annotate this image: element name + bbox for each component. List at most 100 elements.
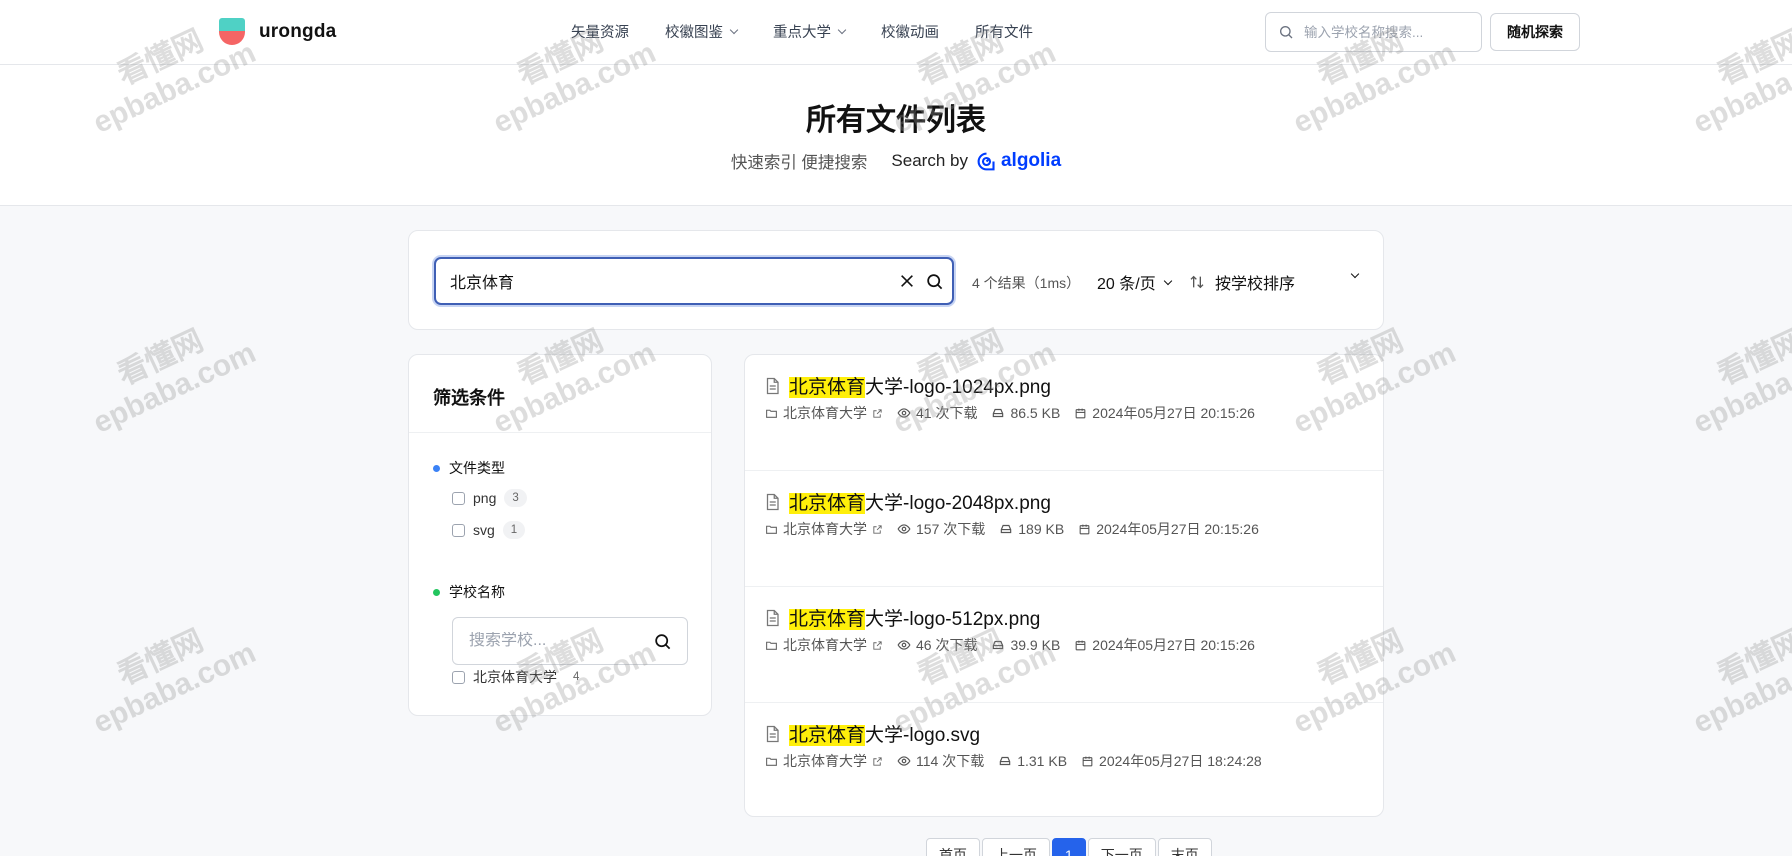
download-text: 41 次下载 bbox=[916, 405, 978, 421]
watermark: 看懂网 epbaba.com bbox=[74, 306, 261, 440]
size-text: 189 KB bbox=[1018, 521, 1065, 537]
result-item[interactable]: 北京体育大学-logo-2048px.png 北京体育大学 157 次下载 189 K… bbox=[745, 471, 1383, 587]
checkbox[interactable] bbox=[452, 670, 465, 684]
watermark: 看懂网 epbaba.com bbox=[1674, 606, 1792, 740]
nav-label: 校徽动画 bbox=[881, 25, 939, 41]
search-by-label: Search by bbox=[891, 151, 968, 170]
last-page-button[interactable]: 末页 bbox=[1157, 838, 1212, 856]
school-link[interactable]: 北京体育大学 bbox=[765, 403, 883, 423]
hero-subtitle: 快速索引 便捷搜索 bbox=[730, 154, 868, 172]
disk-icon bbox=[1001, 524, 1012, 534]
filter-panel: 筛选条件 文件类型 png 3 svg 1 学校名称 北京体育大学 4 bbox=[408, 354, 712, 716]
chevron-down-icon[interactable] bbox=[1350, 269, 1360, 279]
nav-item-all-files[interactable]: 所有文件 bbox=[975, 21, 1033, 42]
result-item[interactable]: 北京体育大学-logo-1024px.png 北京体育大学 41 次下载 86.5 K… bbox=[745, 355, 1383, 471]
watermark: 看懂网 epbaba.com bbox=[1674, 306, 1792, 440]
next-page-button[interactable]: 下一页 bbox=[1087, 838, 1156, 856]
date-text: 2024年05月27日 20:15:26 bbox=[1092, 405, 1255, 421]
brand-logo[interactable]: urongda bbox=[219, 18, 336, 45]
per-page-value: 20 条/页 bbox=[1097, 276, 1156, 293]
header-search[interactable] bbox=[1265, 12, 1482, 52]
folder-icon bbox=[766, 757, 777, 766]
search-icon[interactable] bbox=[925, 272, 944, 291]
title-rest: 大学-logo-1024px.png bbox=[865, 377, 1051, 398]
date-text: 2024年05月27日 20:15:26 bbox=[1092, 637, 1255, 653]
eye-icon bbox=[897, 640, 911, 650]
download-text: 157 次下载 bbox=[916, 521, 986, 537]
random-explore-button[interactable]: 随机探索 bbox=[1490, 13, 1580, 51]
per-page-select[interactable]: 20 条/页 bbox=[1097, 270, 1172, 294]
search-by-algolia[interactable]: Search by algolia bbox=[891, 150, 1061, 172]
checkbox[interactable] bbox=[452, 491, 465, 505]
watermark-line: 看懂网 bbox=[1712, 324, 1792, 393]
size-text: 1.31 KB bbox=[1017, 753, 1068, 769]
nav-item-badge-animation[interactable]: 校徽动画 bbox=[881, 21, 939, 42]
watermark-line: epbaba.com bbox=[88, 636, 261, 740]
watermark: 看懂网 epbaba.com bbox=[74, 606, 261, 740]
search-icon[interactable] bbox=[653, 632, 672, 651]
school-name: 北京体育大学 bbox=[783, 753, 867, 769]
highlight-text: 北京体育 bbox=[789, 609, 866, 630]
result-title[interactable]: 北京体育大学-logo-512px.png bbox=[763, 604, 1040, 631]
watermark-line: 看懂网 bbox=[112, 324, 209, 393]
upload-date: 2024年05月27日 20:15:26 bbox=[1078, 519, 1259, 539]
current-page-button[interactable]: 1 bbox=[1052, 838, 1086, 856]
checkbox[interactable] bbox=[452, 523, 465, 537]
result-title[interactable]: 北京体育大学-logo.svg bbox=[763, 720, 980, 747]
first-page-button[interactable]: 首页 bbox=[926, 838, 980, 856]
file-icon bbox=[766, 609, 779, 626]
nav-label: 所有文件 bbox=[975, 25, 1033, 41]
download-text: 46 次下载 bbox=[916, 637, 978, 653]
school-link[interactable]: 北京体育大学 bbox=[765, 635, 883, 655]
facet-label: 学校名称 bbox=[449, 584, 505, 600]
school-search-box[interactable] bbox=[452, 617, 688, 665]
nav-item-vector[interactable]: 矢量资源 bbox=[571, 21, 629, 42]
disk-icon bbox=[993, 408, 1004, 418]
facet-label: 文件类型 bbox=[449, 460, 505, 476]
facet-option-png[interactable]: png 3 bbox=[452, 489, 527, 507]
logo-icon bbox=[219, 18, 245, 45]
top-header: urongda 矢量资源 校徽图鉴 重点大学 校徽动画 所有文件 随机探索 bbox=[0, 0, 1792, 65]
result-title[interactable]: 北京体育大学-logo-2048px.png bbox=[763, 488, 1051, 515]
date-text: 2024年05月27日 20:15:26 bbox=[1096, 521, 1259, 537]
nav-item-key-universities[interactable]: 重点大学 bbox=[773, 21, 847, 42]
result-item[interactable]: 北京体育大学-logo.svg 北京体育大学 114 次下载 1.31 KB 2024年… bbox=[745, 703, 1383, 816]
nav-item-badge-gallery[interactable]: 校徽图鉴 bbox=[665, 21, 739, 42]
divider bbox=[409, 432, 711, 433]
folder-icon bbox=[766, 641, 777, 650]
watermark-line: 看懂网 bbox=[1712, 624, 1792, 693]
calendar-icon bbox=[1079, 524, 1090, 534]
header-search-input[interactable] bbox=[1304, 24, 1464, 40]
count-badge: 4 bbox=[573, 671, 580, 683]
disk-icon bbox=[999, 756, 1011, 766]
result-meta: 北京体育大学 114 次下载 1.31 KB 2024年05月27日 18:24:28 bbox=[765, 751, 1262, 771]
date-text: 2024年05月27日 18:24:28 bbox=[1099, 753, 1262, 769]
school-link[interactable]: 北京体育大学 bbox=[765, 519, 883, 539]
facet-option-school[interactable]: 北京体育大学 4 bbox=[452, 667, 587, 687]
school-link[interactable]: 北京体育大学 bbox=[765, 751, 883, 771]
chevron-down-icon bbox=[837, 25, 847, 35]
external-link-icon bbox=[873, 408, 882, 418]
facet-school: 学校名称 bbox=[433, 582, 505, 602]
file-size: 1.31 KB bbox=[998, 753, 1067, 769]
main-search-input[interactable] bbox=[450, 272, 870, 290]
facet-option-svg[interactable]: svg 1 bbox=[452, 521, 526, 539]
sort-select[interactable]: 按学校排序 bbox=[1189, 270, 1295, 294]
results-count: 4 个结果（1ms） bbox=[972, 275, 1081, 291]
upload-date: 2024年05月27日 20:15:26 bbox=[1074, 403, 1255, 423]
size-text: 39.9 KB bbox=[1010, 637, 1061, 653]
nav-label: 校徽图鉴 bbox=[665, 25, 723, 41]
watermark-line: epbaba.com bbox=[1688, 336, 1792, 440]
main-search-box[interactable] bbox=[434, 257, 954, 305]
external-link-icon bbox=[873, 640, 882, 650]
school-search-input[interactable] bbox=[469, 632, 649, 650]
bullet-icon bbox=[433, 588, 440, 596]
prev-page-button[interactable]: 上一页 bbox=[982, 838, 1050, 856]
results-list: 北京体育大学-logo-1024px.png 北京体育大学 41 次下载 86.5 K… bbox=[744, 354, 1384, 817]
watermark-line: epbaba.com bbox=[1688, 636, 1792, 740]
facet-option-label: svg bbox=[473, 522, 495, 538]
result-item[interactable]: 北京体育大学-logo-512px.png 北京体育大学 46 次下载 39.9 KB… bbox=[745, 587, 1383, 703]
count-badge: 1 bbox=[502, 521, 526, 539]
result-title[interactable]: 北京体育大学-logo-1024px.png bbox=[763, 372, 1051, 399]
clear-icon[interactable] bbox=[899, 273, 915, 289]
